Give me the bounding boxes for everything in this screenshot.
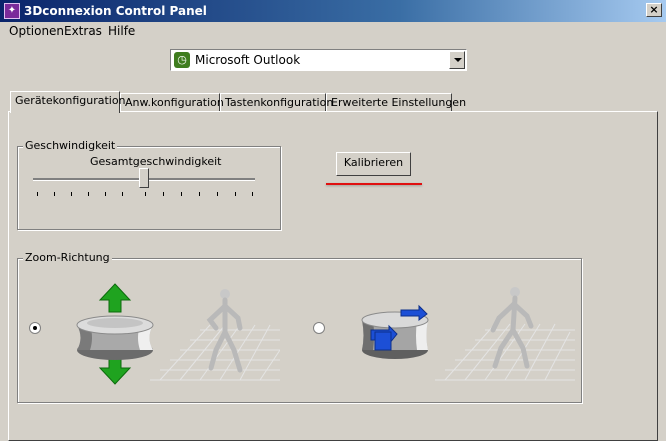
menu-bar: Optionen Extras Hilfe — [0, 22, 666, 41]
tab-anw-konfiguration[interactable]: Anw.konfiguration — [120, 93, 224, 112]
speed-slider-thumb[interactable] — [139, 168, 149, 188]
zoom-group-title: Zoom-Richtung — [23, 251, 112, 264]
slider-tick — [199, 192, 200, 196]
zoom-option-push-pull-radio[interactable] — [313, 322, 325, 334]
controller-cap-icon — [76, 315, 154, 360]
tab-strip: Gerätekonfiguration Anw.konfiguration Ta… — [0, 91, 666, 113]
tab-erweiterte-einstellungen[interactable]: Erweiterte Einstellungen — [326, 93, 466, 112]
slider-tick — [145, 192, 146, 196]
zoom-option-up-down-radio[interactable] — [29, 322, 41, 334]
slider-tick — [37, 192, 38, 196]
slider-tick — [181, 192, 182, 196]
slider-tick — [105, 192, 106, 196]
slider-tick — [163, 192, 164, 196]
slider-tick — [71, 192, 72, 196]
application-select[interactable]: ◷ Microsoft Outlook — [170, 49, 467, 71]
speed-group-title: Geschwindigkeit — [23, 139, 118, 152]
calibrate-button[interactable]: Kalibrieren — [336, 152, 411, 176]
window-title: 3Dconnexion Control Panel — [24, 4, 207, 18]
dropdown-arrow-icon[interactable] — [449, 51, 465, 69]
slider-tick — [217, 192, 218, 196]
green-down-arrow-icon — [98, 355, 132, 385]
app-icon[interactable]: ✦ — [4, 3, 20, 19]
menu-hilfe[interactable]: Hilfe — [108, 24, 135, 39]
slider-label: Gesamtgeschwindigkeit — [90, 155, 222, 168]
title-bar: ✦ 3Dconnexion Control Panel × — [0, 0, 666, 22]
tab-geraetekonfiguration[interactable]: Gerätekonfiguration — [10, 91, 126, 113]
menu-optionen[interactable]: Optionen — [9, 24, 64, 39]
green-up-arrow-icon — [98, 283, 132, 313]
slider-tick — [88, 192, 89, 196]
application-select-value: Microsoft Outlook — [195, 53, 301, 67]
slider-tick — [235, 192, 236, 196]
outlook-clock-icon: ◷ — [174, 52, 190, 68]
zoom-up-down-illustration[interactable] — [70, 280, 280, 388]
perspective-grid — [435, 323, 575, 381]
close-button[interactable]: × — [646, 3, 662, 17]
slider-tick — [54, 192, 55, 196]
menu-extras[interactable]: Extras — [64, 24, 102, 39]
stick-figure-icon — [490, 287, 534, 369]
slider-tick — [252, 192, 253, 196]
tab-tastenkonfiguration[interactable]: Tastenkonfiguration — [220, 93, 333, 112]
annotation-underline — [326, 183, 422, 185]
slider-tick — [122, 192, 123, 196]
zoom-push-pull-illustration[interactable] — [355, 282, 575, 388]
